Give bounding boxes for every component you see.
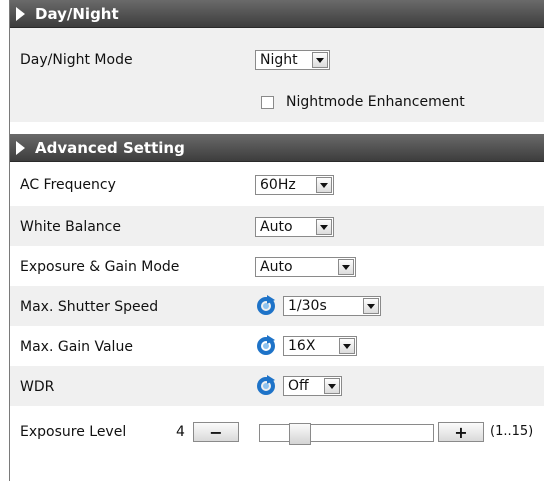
refresh-icon[interactable] xyxy=(255,295,277,317)
chevron-down-icon xyxy=(316,219,332,235)
refresh-icon[interactable] xyxy=(255,375,277,397)
max-gain-value-select[interactable]: 16X xyxy=(283,336,357,356)
ac-frequency-select[interactable]: 60Hz xyxy=(255,175,334,195)
day-night-mode-row: Day/Night Mode Night Nightmode Enhanceme… xyxy=(10,28,544,122)
ac-frequency-row: AC Frequency 60Hz xyxy=(10,166,544,206)
chevron-down-icon xyxy=(363,298,379,314)
exposure-gain-mode-row: Exposure & Gain Mode Auto xyxy=(10,246,544,286)
day-night-header[interactable]: Day/Night xyxy=(10,0,544,28)
wdr-select[interactable]: Off xyxy=(283,376,342,396)
settings-panel: Day/Night Day/Night Mode Night Nightmode… xyxy=(9,0,544,481)
chevron-down-icon xyxy=(338,259,354,275)
exposure-level-slider[interactable] xyxy=(259,423,434,445)
nightmode-enhancement-label: Nightmode Enhancement xyxy=(286,94,465,110)
wdr-row: WDR Off xyxy=(10,366,544,406)
day-night-mode-select[interactable]: Night xyxy=(255,50,330,70)
wdr-label: WDR xyxy=(20,379,55,395)
exposure-gain-mode-label: Exposure & Gain Mode xyxy=(20,259,180,275)
nightmode-enhancement-checkbox[interactable] xyxy=(261,95,274,109)
exposure-increase-button[interactable]: + xyxy=(438,422,484,442)
slider-thumb[interactable] xyxy=(289,423,311,445)
white-balance-select[interactable]: Auto xyxy=(255,217,334,237)
white-balance-row: White Balance Auto xyxy=(10,206,544,246)
chevron-down-icon xyxy=(324,378,340,394)
exposure-gain-mode-select[interactable]: Auto xyxy=(255,257,356,277)
max-shutter-speed-row: Max. Shutter Speed 1/30s xyxy=(10,286,544,326)
white-balance-label: White Balance xyxy=(20,219,121,235)
day-night-header-label: Day/Night xyxy=(35,4,119,23)
ac-frequency-label: AC Frequency xyxy=(20,177,116,193)
max-shutter-speed-select[interactable]: 1/30s xyxy=(283,296,381,316)
exposure-decrease-button[interactable]: − xyxy=(193,422,239,442)
exposure-range-label: (1..15) xyxy=(490,424,534,439)
advanced-setting-header[interactable]: Advanced Setting xyxy=(10,134,544,162)
chevron-down-icon xyxy=(339,338,355,354)
max-gain-value-row: Max. Gain Value 16X xyxy=(10,326,544,366)
chevron-down-icon xyxy=(312,52,328,68)
max-gain-value-label: Max. Gain Value xyxy=(20,339,133,355)
advanced-setting-header-label: Advanced Setting xyxy=(35,138,185,157)
exposure-level-row: Exposure Level 4 − + (1..15) xyxy=(10,406,544,452)
refresh-icon[interactable] xyxy=(255,335,277,357)
exposure-level-label: Exposure Level xyxy=(20,424,127,440)
expand-arrow-icon xyxy=(16,6,25,21)
expand-arrow-icon xyxy=(16,140,25,155)
day-night-mode-label: Day/Night Mode xyxy=(20,52,133,68)
max-shutter-speed-label: Max. Shutter Speed xyxy=(20,299,159,315)
chevron-down-icon xyxy=(316,177,332,193)
exposure-level-value: 4 xyxy=(176,424,185,440)
